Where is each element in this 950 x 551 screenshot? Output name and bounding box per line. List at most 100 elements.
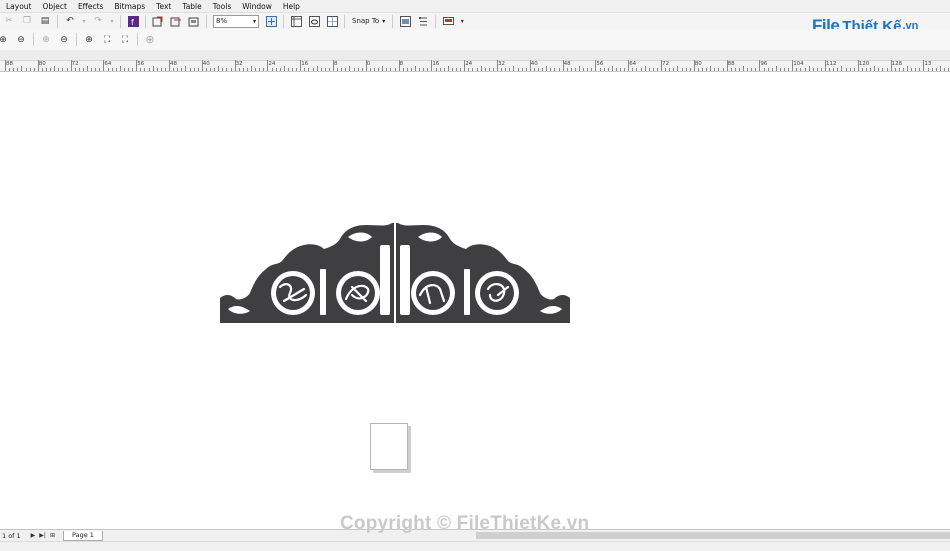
- ruler-tick: [456, 68, 457, 71]
- ruler-tick: [82, 68, 84, 71]
- snap-to-dropdown[interactable]: Snap To ▾: [348, 14, 389, 28]
- ruler-tick: [529, 60, 531, 71]
- ruler-tick: [677, 66, 679, 71]
- ruler-tick: [333, 60, 334, 71]
- ruler-label: 112: [826, 61, 837, 67]
- ruler-tick: [9, 68, 11, 71]
- full-screen-preview-icon[interactable]: [264, 14, 278, 28]
- export-icon[interactable]: [169, 14, 183, 28]
- ruler-tick: [230, 68, 232, 71]
- zoom-to-page-width-icon[interactable]: ⛶: [100, 33, 114, 47]
- ruler-tick: [189, 68, 191, 71]
- ruler-tick: [78, 68, 80, 71]
- ruler-tick: [656, 68, 658, 71]
- menu-text[interactable]: Text: [156, 2, 171, 11]
- page-tab[interactable]: Page 1: [62, 530, 103, 541]
- zoom-to-selected-icon[interactable]: ⊕: [39, 33, 53, 47]
- zoom-level-value: 8%: [216, 17, 228, 25]
- ruler-tick: [37, 60, 39, 71]
- menu-tools[interactable]: Tools: [213, 2, 231, 11]
- ruler-tick: [406, 68, 408, 71]
- ruler-tick: [316, 66, 318, 71]
- ruler-tick: [870, 68, 872, 71]
- ruler-tick: [898, 68, 900, 71]
- ruler-label: 8: [334, 61, 338, 67]
- redo-icon[interactable]: ↷: [91, 14, 105, 28]
- ruler-tick: [419, 68, 421, 71]
- ruler-tick: [460, 68, 462, 71]
- ruler-tick: [599, 68, 601, 71]
- application-launcher-icon[interactable]: [441, 14, 455, 28]
- options-icon[interactable]: [416, 14, 430, 28]
- ruler-tick: [853, 68, 855, 71]
- ruler-tick: [488, 68, 490, 71]
- ruler-tick: [136, 60, 138, 71]
- zoom-out-icon[interactable]: ⊖: [14, 33, 28, 47]
- ruler-tick: [99, 68, 101, 71]
- drawing-canvas[interactable]: [0, 73, 950, 529]
- import-icon[interactable]: [151, 14, 165, 28]
- ruler-tick: [492, 68, 494, 71]
- ruler-tick: [242, 68, 244, 71]
- next-page-icon[interactable]: ▶: [31, 532, 36, 539]
- redo-dropdown-icon[interactable]: ▾: [109, 14, 115, 28]
- undo-icon[interactable]: ↶: [63, 14, 77, 28]
- ruler-tick: [267, 60, 269, 71]
- add-toolbar-item-icon[interactable]: ⊕: [143, 33, 157, 47]
- document-page-outline[interactable]: [370, 423, 408, 470]
- publish-pdf-icon[interactable]: [187, 14, 201, 28]
- ruler-tick: [107, 68, 109, 71]
- ruler-label: 16: [432, 61, 440, 67]
- last-page-icon[interactable]: ▶|: [39, 532, 46, 539]
- ruler-tick: [595, 60, 597, 71]
- zoom-to-page-height-icon[interactable]: ⛶: [118, 33, 132, 47]
- ruler-tick: [54, 66, 56, 71]
- menu-object[interactable]: Object: [43, 2, 67, 11]
- ruler-tick: [5, 60, 6, 71]
- decorative-gate-artwork[interactable]: [220, 223, 570, 323]
- ruler-tick: [505, 68, 507, 71]
- menu-window[interactable]: Window: [242, 2, 272, 11]
- zoom-in-icon[interactable]: ⊕: [0, 33, 10, 47]
- ruler-tick: [702, 68, 703, 71]
- ruler-tick: [251, 66, 252, 71]
- chevron-down-icon: ▾: [382, 17, 386, 25]
- cut-icon[interactable]: ✂: [2, 14, 16, 28]
- zoom-to-all-objects-icon[interactable]: ⊖: [57, 33, 71, 47]
- menu-layout[interactable]: Layout: [6, 2, 32, 11]
- page-count-label: 1 of 1: [2, 531, 21, 540]
- ruler-tick: [669, 68, 671, 71]
- ruler-tick: [837, 68, 839, 71]
- page-tab-label: Page 1: [71, 531, 94, 539]
- ruler-tick: [25, 68, 27, 71]
- undo-dropdown-icon[interactable]: ▾: [81, 14, 87, 28]
- show-rulers-icon[interactable]: [289, 14, 303, 28]
- menu-help[interactable]: Help: [283, 2, 300, 11]
- menu-table[interactable]: Table: [182, 2, 201, 11]
- zoom-to-page-icon[interactable]: ⊕: [82, 33, 96, 47]
- ruler-label: 96: [760, 61, 768, 67]
- ruler-tick: [91, 68, 93, 71]
- ruler-tick: [33, 68, 35, 71]
- ruler-tick: [238, 68, 240, 71]
- menu-bitmaps[interactable]: Bitmaps: [114, 2, 145, 11]
- paste-icon[interactable]: ▤: [38, 14, 52, 28]
- ruler-tick: [738, 68, 740, 71]
- add-page-icon[interactable]: ⊞: [50, 532, 55, 539]
- show-guidelines-icon[interactable]: [325, 14, 339, 28]
- ruler-label: 80: [694, 61, 702, 67]
- ruler-tick: [95, 68, 97, 71]
- menu-effects[interactable]: Effects: [78, 2, 104, 11]
- chevron-down-icon[interactable]: ▾: [459, 14, 465, 28]
- ruler-label: 24: [465, 61, 473, 67]
- show-grid-icon[interactable]: [307, 14, 321, 28]
- copy-icon[interactable]: ❐: [20, 14, 34, 28]
- horizontal-ruler[interactable]: 88 80 72 64 56 48 40 32 24 16 8 0 8 16 24 32 40 48 56 64 72 8…: [0, 60, 950, 72]
- welcome-screen-icon[interactable]: [398, 14, 412, 28]
- ruler-tick: [697, 68, 699, 71]
- ruler-tick: [386, 68, 388, 71]
- search-content-icon[interactable]: f: [126, 14, 140, 28]
- ruler-tick: [554, 68, 556, 71]
- ruler-label: 64: [629, 61, 637, 67]
- zoom-level-select[interactable]: 8% ▾: [213, 14, 259, 28]
